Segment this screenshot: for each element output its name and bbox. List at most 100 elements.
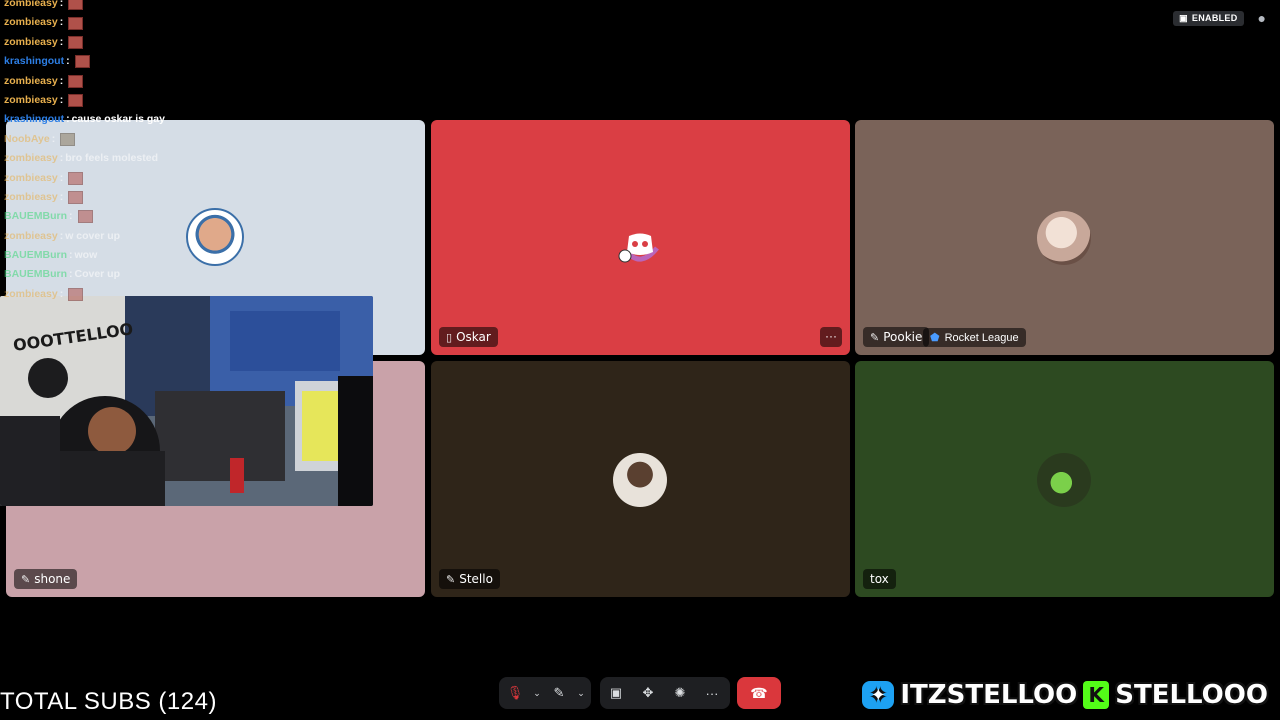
chat-emote-icon <box>68 288 84 302</box>
rocket-icon: ✥ <box>642 685 654 700</box>
chat-username: zombieasy <box>4 287 58 300</box>
top-right-controls: ▣ ENABLED ● <box>1173 10 1266 26</box>
muted-mic-icon: ✎ <box>446 572 456 586</box>
chat-username: zombieasy <box>4 171 58 184</box>
total-subs-counter: TOTAL SUBS (124) <box>0 688 217 715</box>
chat-emote-icon <box>68 74 84 88</box>
chat-emote-icon <box>68 94 84 108</box>
chat-message: BAUEMBurn : <box>4 207 424 226</box>
enabled-label: ENABLED <box>1191 13 1238 23</box>
muted-mic-icon: ✎ <box>870 330 880 344</box>
tile-tox[interactable]: tox <box>855 361 1274 597</box>
chat-message: zombieasy : <box>4 72 424 91</box>
chat-message: zombieasy : <box>4 33 424 52</box>
chat-message: BAUEMBurn : wow <box>4 246 424 265</box>
chat-separator: : <box>59 35 64 48</box>
kick-icon: K <box>1083 681 1110 709</box>
chat-separator: : <box>69 249 73 262</box>
disconnect-button[interactable]: ☎ <box>737 677 781 709</box>
chat-separator: : <box>59 171 64 184</box>
chat-username: zombieasy <box>4 152 58 165</box>
social-handles: ✦ ITZSTELLOO K STELLOOO <box>862 680 1268 710</box>
soundboard-button[interactable]: ✺ <box>664 677 696 709</box>
twitter-handle: ITZSTELLOO <box>900 680 1078 710</box>
mobile-icon: ▯ <box>446 330 453 344</box>
chat-emote-icon <box>68 0 84 11</box>
chat-text: bro feels molested <box>65 152 158 165</box>
nametag-tox: tox <box>863 569 896 589</box>
chat-separator: : <box>59 93 64 106</box>
screen-share-icon: ▣ <box>609 685 623 700</box>
more-actions-button[interactable]: ··· <box>696 677 728 709</box>
chat-message: zombieasy : <box>4 169 424 188</box>
chat-username: BAUEMBurn <box>4 268 67 281</box>
headphones-off-icon: ✎ <box>553 685 565 700</box>
chat-text: cause oskar is gay <box>71 113 165 126</box>
chat-separator: : <box>69 210 73 223</box>
chat-emote-icon <box>68 171 84 185</box>
chat-message: BAUEMBurn : Cover up <box>4 265 424 284</box>
chat-emote-icon <box>68 35 84 49</box>
chat-separator: : <box>66 55 70 68</box>
chat-separator: : <box>59 229 64 242</box>
nametag-oskar: ▯ Oskar <box>439 327 498 347</box>
rocket-league-icon: ⬟ <box>930 332 940 344</box>
streamer-webcam: OOOTTELLOO <box>0 296 373 506</box>
chevron-down-icon: ⌄ <box>533 687 541 698</box>
chat-emote-icon <box>68 16 84 30</box>
chevron-down-icon: ⌄ <box>577 687 585 698</box>
twitter-icon: ✦ <box>862 681 895 709</box>
chat-emote-icon <box>74 55 90 69</box>
nametag-shone: ✎ shone <box>14 569 78 589</box>
chat-separator: : <box>59 16 64 29</box>
tile-stello[interactable]: ✎ Stello <box>431 361 850 597</box>
lock-icon: ▣ <box>1179 12 1188 23</box>
chat-username: BAUEMBurn <box>4 210 67 223</box>
phone-hangup-icon: ☎ <box>750 684 768 701</box>
more-options-button[interactable]: ··· <box>820 327 842 347</box>
chat-message: zombieasy : <box>4 91 424 110</box>
muted-mic-icon: ✎ <box>21 572 31 586</box>
chat-text: wow <box>74 249 98 262</box>
chat-username: zombieasy <box>4 229 58 242</box>
chat-username: BAUEMBurn <box>4 249 67 262</box>
chat-bubble-icon[interactable]: ● <box>1258 10 1266 26</box>
chat-username: zombieasy <box>4 0 58 9</box>
activity-controls: ▣ ✥ ✺ ··· <box>600 677 730 709</box>
more-icon: ··· <box>825 329 837 343</box>
chat-username: zombieasy <box>4 190 58 203</box>
chat-username: krashingout <box>4 113 65 126</box>
chat-message: zombieasy : <box>4 188 424 207</box>
enabled-badge[interactable]: ▣ ENABLED <box>1173 10 1244 26</box>
discord-logo-avatar <box>613 218 669 274</box>
more-icon: ··· <box>705 685 719 701</box>
tile-pookie[interactable]: ✎ Pookie ⬟ Rocket League <box>855 120 1274 355</box>
share-screen-button[interactable]: ▣ <box>600 677 632 709</box>
mic-options-button[interactable]: ⌄ <box>531 677 543 709</box>
chat-message: krashingout : cause oskar is gay <box>4 110 424 129</box>
chat-username: krashingout <box>4 55 65 68</box>
chat-message: krashingout : <box>4 52 424 71</box>
nametag-stello: ✎ Stello <box>439 569 500 589</box>
chat-separator: : <box>66 113 70 126</box>
mute-button[interactable]: 🎙 <box>499 677 531 709</box>
audio-video-controls: 🎙 ⌄ ✎ ⌄ <box>499 677 591 709</box>
chat-username: zombieasy <box>4 74 58 87</box>
mic-muted-icon: 🎙 <box>506 685 524 700</box>
deafen-options-button[interactable]: ⌄ <box>575 677 587 709</box>
tile-oskar[interactable]: ▯ Oskar ··· <box>431 120 850 355</box>
chat-text: Cover up <box>74 268 121 281</box>
chat-message: zombieasy : w cover up <box>4 227 424 246</box>
activities-button[interactable]: ✥ <box>632 677 664 709</box>
chat-username: NoobAye <box>4 132 50 145</box>
chat-username: zombieasy <box>4 35 58 48</box>
chat-separator: : <box>69 268 73 281</box>
deafen-button[interactable]: ✎ <box>543 677 575 709</box>
chat-emote-icon <box>77 210 93 224</box>
chat-emote-icon <box>68 191 84 205</box>
soundboard-icon: ✺ <box>674 685 686 700</box>
activity-badge[interactable]: ⬟ Rocket League <box>923 328 1026 347</box>
chat-separator: : <box>59 0 64 9</box>
chat-message: NoobAye : <box>4 130 424 149</box>
chat-message: zombieasy : <box>4 13 424 32</box>
